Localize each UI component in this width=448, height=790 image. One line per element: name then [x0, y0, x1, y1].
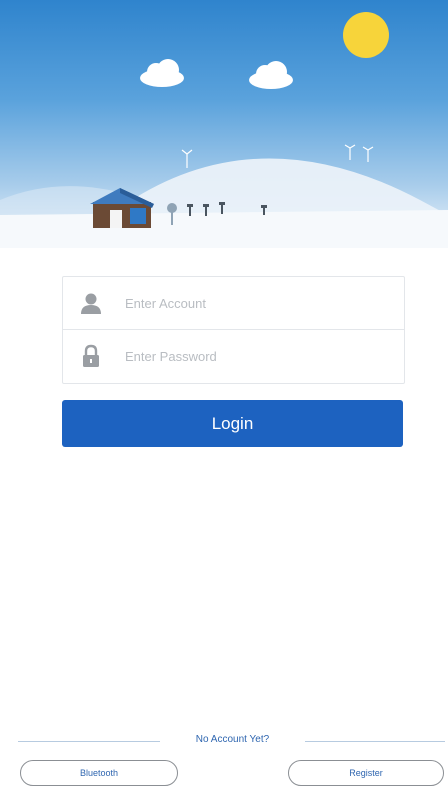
- sun-icon: [343, 12, 389, 58]
- register-button[interactable]: Register: [288, 760, 444, 786]
- divider: [18, 741, 160, 742]
- account-field-row: [63, 277, 404, 330]
- ground: [0, 210, 448, 248]
- cloud-icon: [249, 61, 293, 89]
- divider: [305, 741, 445, 742]
- lock-icon: [83, 344, 99, 367]
- account-input[interactable]: [123, 294, 404, 312]
- landscape-illustration: [0, 12, 448, 248]
- password-field-row: [63, 330, 404, 382]
- login-button[interactable]: Login: [62, 400, 403, 447]
- user-icon: [81, 293, 101, 314]
- login-form: [62, 276, 405, 384]
- hero-banner: [0, 0, 448, 248]
- wind-turbine-icon: [181, 149, 193, 168]
- wind-turbine-icon: [344, 144, 374, 162]
- password-input[interactable]: [123, 347, 404, 365]
- cloud-icon: [140, 59, 184, 87]
- no-account-text: No Account Yet?: [195, 734, 270, 745]
- bluetooth-button[interactable]: Bluetooth: [20, 760, 178, 786]
